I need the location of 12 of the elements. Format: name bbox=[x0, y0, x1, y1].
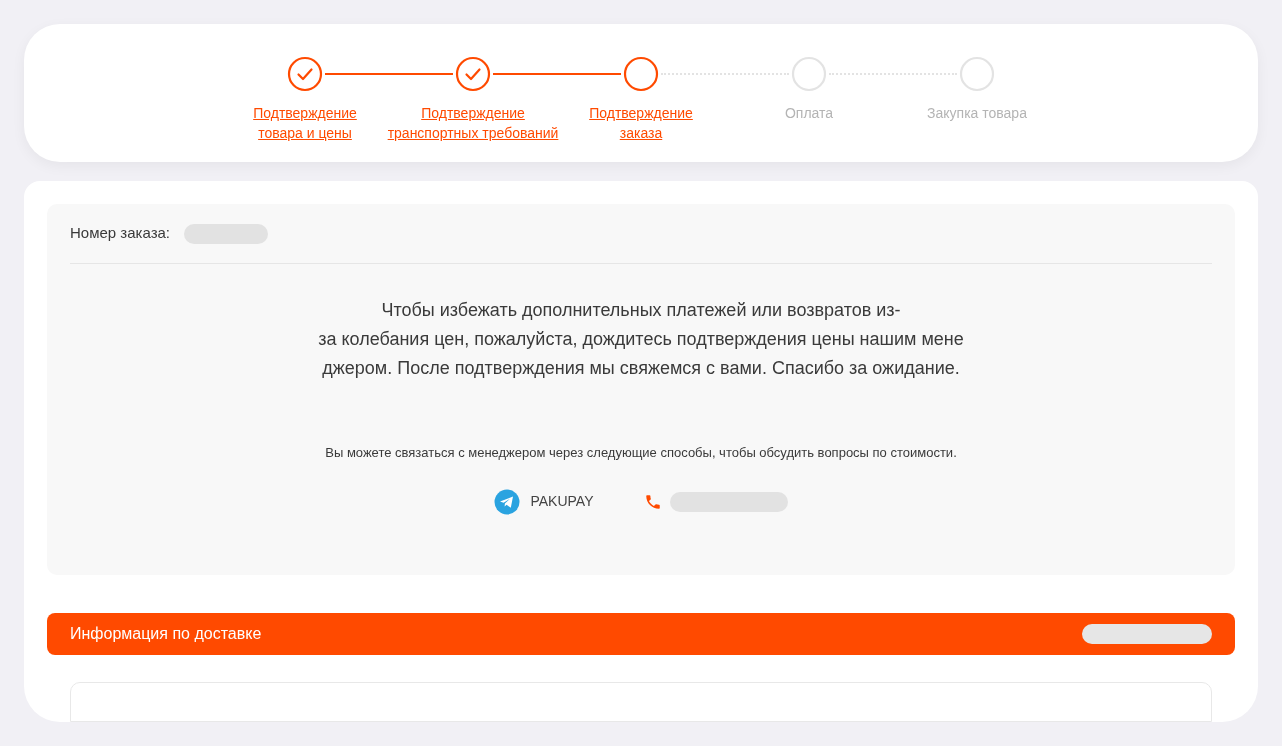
step-label[interactable]: Подтверждение товара и цены bbox=[253, 103, 357, 143]
order-number-label: Номер заказа: bbox=[70, 223, 170, 244]
telegram-icon bbox=[494, 488, 521, 515]
contact-hint-text: Вы можете связаться с менеджером через следующие способы, чтобы обсудить вопросы по стоимости. bbox=[325, 444, 957, 462]
phone-icon bbox=[643, 492, 662, 511]
step-label: Оплата bbox=[784, 104, 834, 123]
notice-text: Чтобы избежать дополнительных платежей или возвратов из- за колебания цен, пожалуйста, дождитесь подтверждения цены нашим мене джером. После подтверждения мы свяжемся с вами. Спасибо за ожидание. bbox=[318, 299, 964, 380]
delivery-title: Информация по доставке bbox=[70, 624, 262, 644]
step-label[interactable]: Подтверждение транспортных требований bbox=[387, 103, 559, 143]
telegram-contact-link[interactable]: PAKUPAY bbox=[530, 491, 594, 512]
step-label: Закупка товара bbox=[927, 104, 1027, 123]
step-label[interactable]: Подтверждение заказа bbox=[589, 103, 693, 143]
